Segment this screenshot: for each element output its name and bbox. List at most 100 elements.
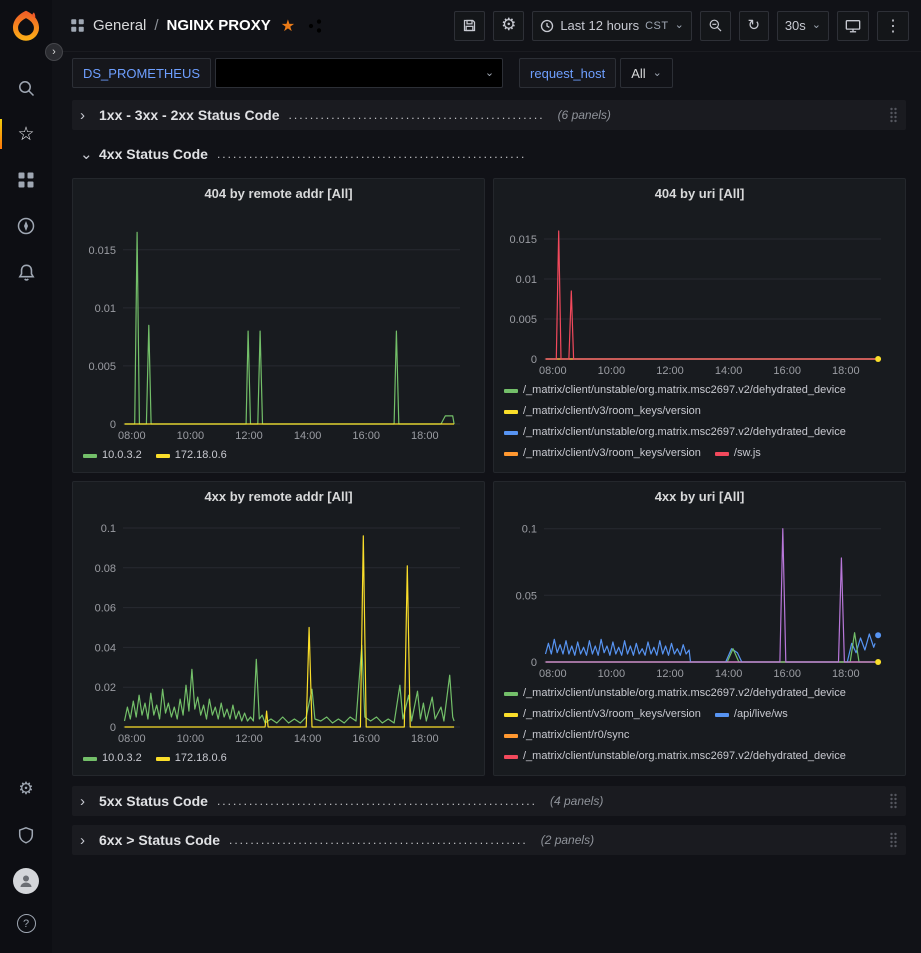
panels-grid: 404 by remote addr [All] 00.0050.010.015… xyxy=(72,178,906,776)
time-range-picker[interactable]: Last 12 hours CST ⌄ xyxy=(532,11,692,41)
series-swatch xyxy=(156,454,170,458)
sidebar-item-starred[interactable]: ☆ xyxy=(0,111,52,157)
legend-item[interactable]: 10.0.3.2 xyxy=(83,448,142,463)
legend-item[interactable]: /_matrix/client/v3/room_keys/version xyxy=(504,446,701,461)
panel-chart[interactable]: 00.050.108:0010:0012:0014:0016:0018:00 xyxy=(500,510,899,680)
row-1xx-3xx-2xx[interactable]: › 1xx - 3xx - 2xx Status Code ..........… xyxy=(72,100,906,130)
sidebar-item-alerting[interactable] xyxy=(0,249,52,295)
panel-legend: /_matrix/client/unstable/org.matrix.msc2… xyxy=(494,680,905,775)
grafana-logo-icon xyxy=(9,9,43,43)
kebab-menu-icon: ⋮ xyxy=(885,16,901,36)
panel-title[interactable]: 4xx by remote addr [All] xyxy=(73,482,484,510)
more-options-button[interactable]: ⋮ xyxy=(877,11,909,41)
sidebar-item-search[interactable] xyxy=(0,65,52,111)
gear-icon: ⚙ xyxy=(18,781,33,798)
legend-item[interactable]: 172.18.0.6 xyxy=(156,751,227,766)
row-5xx[interactable]: › 5xx Status Code ......................… xyxy=(72,786,906,816)
svg-text:0: 0 xyxy=(110,722,116,734)
star-icon: ☆ xyxy=(17,125,34,144)
panel-chart[interactable]: 00.0050.010.01508:0010:0012:0014:0016:00… xyxy=(500,207,899,377)
svg-text:18:00: 18:00 xyxy=(832,668,860,680)
series-swatch xyxy=(504,452,518,456)
variable-request-host-select[interactable]: All ⌄ xyxy=(620,58,673,88)
refresh-interval-label: 30s xyxy=(785,18,806,33)
legend-item[interactable]: /_matrix/client/unstable/org.matrix.msc2… xyxy=(504,383,846,398)
user-icon xyxy=(18,873,34,889)
gear-icon: ⚙ xyxy=(501,17,516,34)
row-panel-count: (4 panels) xyxy=(550,794,603,808)
svg-text:12:00: 12:00 xyxy=(235,430,263,442)
sidebar-item-explore[interactable] xyxy=(0,203,52,249)
svg-text:0.02: 0.02 xyxy=(95,682,116,694)
row-title: 5xx Status Code xyxy=(99,793,208,809)
row-6xx[interactable]: › 6xx > Status Code ....................… xyxy=(72,825,906,855)
legend-item[interactable]: /sw.js xyxy=(715,446,761,461)
dashboard-toolbar: General / NGINX PROXY ★ xyxy=(52,0,921,52)
sidebar-item-server-admin[interactable] xyxy=(0,812,52,858)
svg-text:10:00: 10:00 xyxy=(177,733,205,745)
legend-item[interactable]: /_matrix/client/v3/room_keys/version xyxy=(504,707,701,722)
legend-item[interactable]: /_matrix/client/unstable/org.matrix.msc2… xyxy=(504,749,846,764)
svg-text:18:00: 18:00 xyxy=(832,365,860,377)
row-drag-handle-icon[interactable] xyxy=(889,107,898,123)
svg-text:16:00: 16:00 xyxy=(352,733,380,745)
svg-text:0.01: 0.01 xyxy=(95,303,116,315)
svg-text:08:00: 08:00 xyxy=(539,365,567,377)
row-4xx[interactable]: ⌄ 4xx Status Code ......................… xyxy=(72,139,906,169)
panel-chart[interactable]: 00.0050.010.01508:0010:0012:0014:0016:00… xyxy=(79,207,478,442)
legend-item[interactable]: /_matrix/client/v3/room_keys/version xyxy=(504,404,701,419)
variable-datasource: DS_PROMETHEUS ⌄ xyxy=(72,58,503,88)
sidebar-item-help[interactable]: ? xyxy=(17,914,36,933)
zoom-out-button[interactable] xyxy=(700,11,731,41)
svg-text:08:00: 08:00 xyxy=(539,668,567,680)
tv-mode-button[interactable] xyxy=(837,11,869,41)
breadcrumb-folder[interactable]: General xyxy=(93,17,146,34)
chart-svg: 00.050.108:0010:0012:0014:0016:0018:00 xyxy=(500,510,899,680)
panel-title[interactable]: 404 by uri [All] xyxy=(494,179,905,207)
panel-chart[interactable]: 00.020.040.060.080.108:0010:0012:0014:00… xyxy=(79,510,478,745)
row-drag-handle-icon[interactable] xyxy=(889,793,898,809)
dashboard-title[interactable]: NGINX PROXY xyxy=(167,17,271,34)
svg-text:10:00: 10:00 xyxy=(598,668,626,680)
legend-item[interactable]: 172.18.0.6 xyxy=(156,448,227,463)
timezone-label: CST xyxy=(645,20,669,32)
dashboard-settings-button[interactable]: ⚙ xyxy=(493,11,524,41)
legend-item[interactable]: /_matrix/client/unstable/org.matrix.msc2… xyxy=(504,686,846,701)
sidebar-item-configuration[interactable]: ⚙ xyxy=(0,766,52,812)
row-drag-handle-icon[interactable] xyxy=(889,832,898,848)
svg-text:14:00: 14:00 xyxy=(294,733,322,745)
series-label: /_matrix/client/unstable/org.matrix.msc2… xyxy=(523,686,846,701)
legend-item[interactable]: /_matrix/client/unstable/org.matrix.msc2… xyxy=(504,425,846,440)
panel-legend: 10.0.3.2 172.18.0.6 xyxy=(73,745,484,775)
sidebar-expand-button[interactable]: › xyxy=(45,43,63,61)
sidebar-item-dashboards[interactable] xyxy=(0,157,52,203)
variable-datasource-select[interactable]: ⌄ xyxy=(215,58,503,88)
svg-text:0: 0 xyxy=(531,354,537,366)
row-title-dots: ........................................… xyxy=(217,794,537,808)
legend-item[interactable]: /api/live/ws xyxy=(715,707,788,722)
panel-4xx-by-uri: 4xx by uri [All] 00.050.108:0010:0012:00… xyxy=(493,481,906,776)
svg-text:12:00: 12:00 xyxy=(235,733,263,745)
svg-text:14:00: 14:00 xyxy=(715,365,743,377)
save-dashboard-button[interactable] xyxy=(454,11,485,41)
series-label: 10.0.3.2 xyxy=(102,751,142,766)
save-icon xyxy=(462,18,477,33)
series-label: 172.18.0.6 xyxy=(175,448,227,463)
series-swatch xyxy=(504,431,518,435)
series-swatch xyxy=(715,452,729,456)
row-panel-count: (6 panels) xyxy=(558,108,611,122)
svg-text:10:00: 10:00 xyxy=(177,430,205,442)
legend-item[interactable]: /_matrix/client/r0/sync xyxy=(504,728,629,743)
grafana-logo[interactable] xyxy=(9,9,43,43)
user-avatar[interactable] xyxy=(13,868,39,894)
share-icon[interactable] xyxy=(307,18,323,34)
svg-text:14:00: 14:00 xyxy=(715,668,743,680)
legend-item[interactable]: 10.0.3.2 xyxy=(83,751,142,766)
favorite-star-icon[interactable]: ★ xyxy=(281,16,295,36)
panel-title[interactable]: 404 by remote addr [All] xyxy=(73,179,484,207)
refresh-button[interactable]: ↻ xyxy=(739,11,769,41)
refresh-interval-dropdown[interactable]: 30s ⌄ xyxy=(777,11,829,41)
svg-text:16:00: 16:00 xyxy=(773,668,801,680)
panel-title[interactable]: 4xx by uri [All] xyxy=(494,482,905,510)
row-title: 4xx Status Code xyxy=(99,146,208,162)
